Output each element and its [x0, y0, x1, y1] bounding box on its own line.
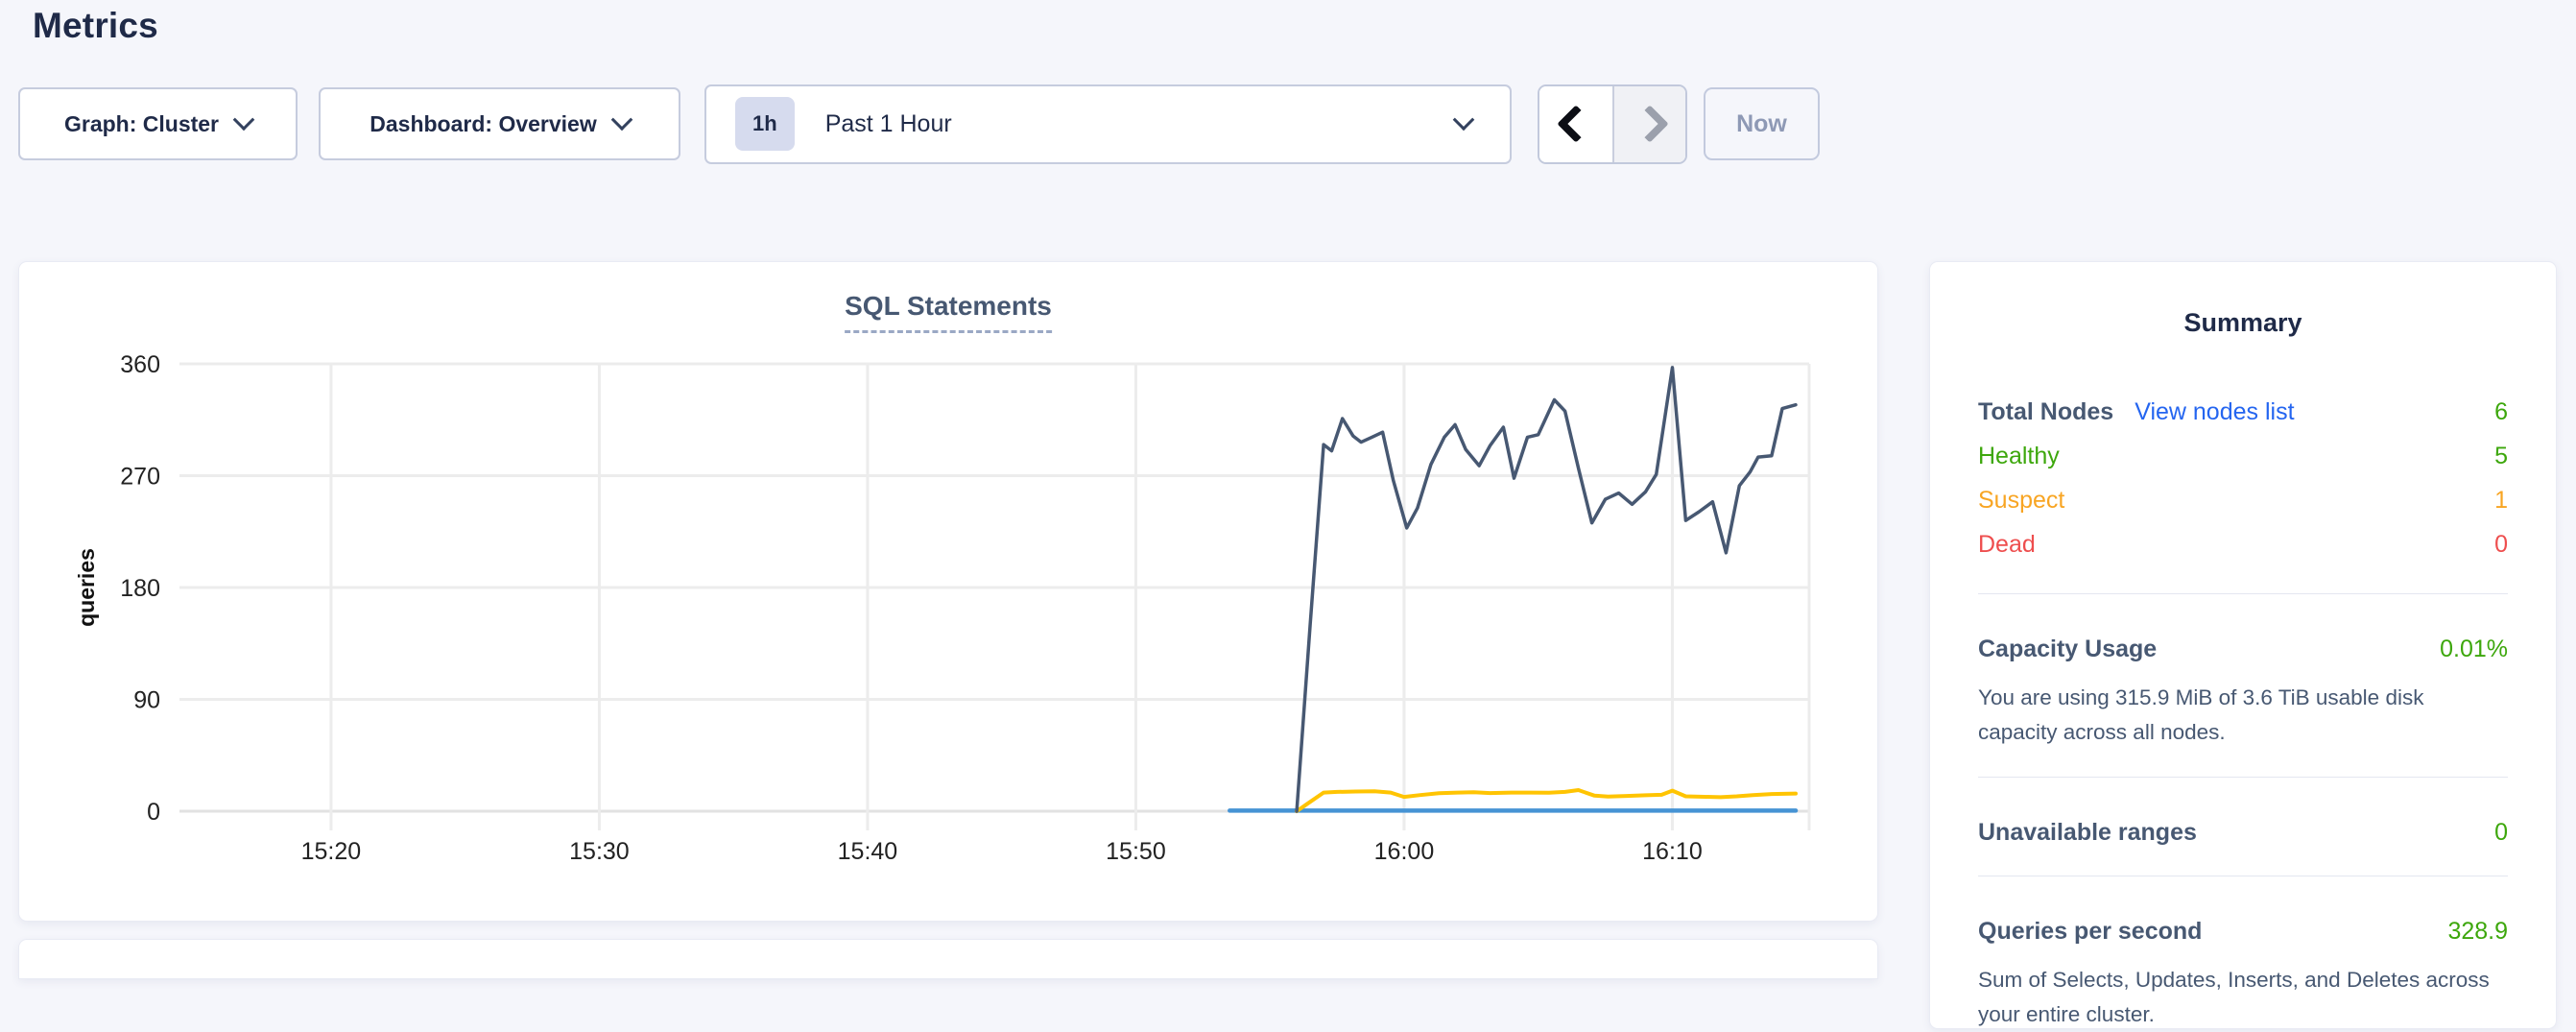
unavailable-ranges-section: Unavailable ranges 0 [1978, 816, 2508, 849]
node-status-label: Total Nodes [1978, 398, 2113, 426]
y-axis-label: queries [74, 548, 99, 627]
node-status-row: Suspect 1 [1978, 478, 2508, 522]
node-status-value: 6 [2494, 398, 2508, 426]
series-navy-statements-line [1297, 368, 1796, 811]
capacity-section: Capacity Usage 0.01% You are using 315.9… [1978, 633, 2508, 750]
y-axis-tick-label: 270 [120, 464, 160, 491]
capacity-usage-label: Capacity Usage [1978, 636, 2157, 663]
unavailable-ranges-label: Unavailable ranges [1978, 819, 2197, 847]
y-axis-tick-label: 180 [120, 575, 160, 602]
dashboard-dropdown[interactable]: Dashboard: Overview [319, 87, 680, 160]
node-status-value: 5 [2494, 443, 2508, 470]
chevron-down-icon [233, 108, 255, 131]
dashboard-dropdown-label: Dashboard: Overview [370, 111, 596, 137]
divider [1978, 593, 2508, 594]
x-axis-tick-label: 15:20 [301, 838, 362, 865]
capacity-usage-value: 0.01% [2440, 636, 2508, 663]
sql-statements-chart[interactable]: 0 90 180 270 360 15:20 15:30 15:40 15:50 16:00 16:… [19, 262, 1877, 921]
prev-timeframe-button[interactable] [1539, 86, 1612, 162]
divider [1978, 777, 2508, 778]
node-status-row: Dead 0 [1978, 522, 2508, 566]
node-status-value: 1 [2494, 487, 2508, 515]
node-status-row: Total Nodes View nodes list 6 [1978, 390, 2508, 434]
x-axis-tick-label: 15:40 [838, 838, 898, 865]
time-nav-group [1538, 84, 1687, 164]
sql-statements-chart-card: SQL Statements 09018027036015:2015:3015:… [18, 261, 1878, 922]
x-axis-tick-label: 15:30 [569, 838, 630, 865]
time-range-selector[interactable]: 1h Past 1 Hour [704, 84, 1512, 164]
queries-per-second-description: Sum of Selects, Updates, Inserts, and De… [1978, 963, 2508, 1032]
x-axis-tick-label: 16:10 [1642, 838, 1703, 865]
time-range-label: Past 1 Hour [825, 110, 1456, 138]
chevron-down-icon [1453, 108, 1475, 131]
graph-dropdown[interactable]: Graph: Cluster [18, 87, 298, 160]
y-axis-tick-label: 360 [120, 351, 160, 378]
time-range-badge: 1h [735, 97, 795, 151]
node-status-value: 0 [2494, 531, 2508, 559]
node-status-label: Dead [1978, 531, 2036, 559]
page-title: Metrics [33, 6, 158, 46]
next-timeframe-button[interactable] [1612, 86, 1685, 162]
x-axis-tick-label: 15:50 [1106, 838, 1166, 865]
y-axis-tick-label: 90 [133, 687, 160, 714]
now-button[interactable]: Now [1704, 87, 1820, 160]
view-nodes-list-link[interactable]: View nodes list [2135, 398, 2294, 426]
chevron-left-icon [1557, 105, 1595, 143]
queries-per-second-section: Queries per second 328.9 Sum of Selects,… [1978, 915, 2508, 1032]
chevron-right-icon [1631, 105, 1669, 143]
summary-panel: Summary Total Nodes View nodes list 6 Healt… [1929, 261, 2557, 1029]
queries-per-second-value: 328.9 [2447, 918, 2508, 946]
summary-title: Summary [1978, 308, 2508, 338]
node-status-label: Healthy [1978, 443, 2060, 470]
series-yellow-series-line [1297, 790, 1796, 811]
chevron-down-icon [610, 108, 632, 131]
next-chart-card [18, 939, 1878, 979]
node-status-label: Suspect [1978, 487, 2064, 515]
graph-dropdown-label: Graph: Cluster [64, 111, 219, 137]
y-axis-tick-label: 0 [147, 799, 160, 826]
node-status-row: Healthy 5 [1978, 434, 2508, 478]
x-axis-tick-label: 16:00 [1374, 838, 1435, 865]
toolbar: Graph: Cluster Dashboard: Overview 1h Pa… [18, 84, 1820, 164]
queries-per-second-label: Queries per second [1978, 918, 2202, 946]
node-status-rows: Total Nodes View nodes list 6 Healthy 5 Suspe… [1978, 390, 2508, 566]
capacity-usage-description: You are using 315.9 MiB of 3.6 TiB usabl… [1978, 681, 2508, 750]
unavailable-ranges-value: 0 [2494, 819, 2508, 847]
